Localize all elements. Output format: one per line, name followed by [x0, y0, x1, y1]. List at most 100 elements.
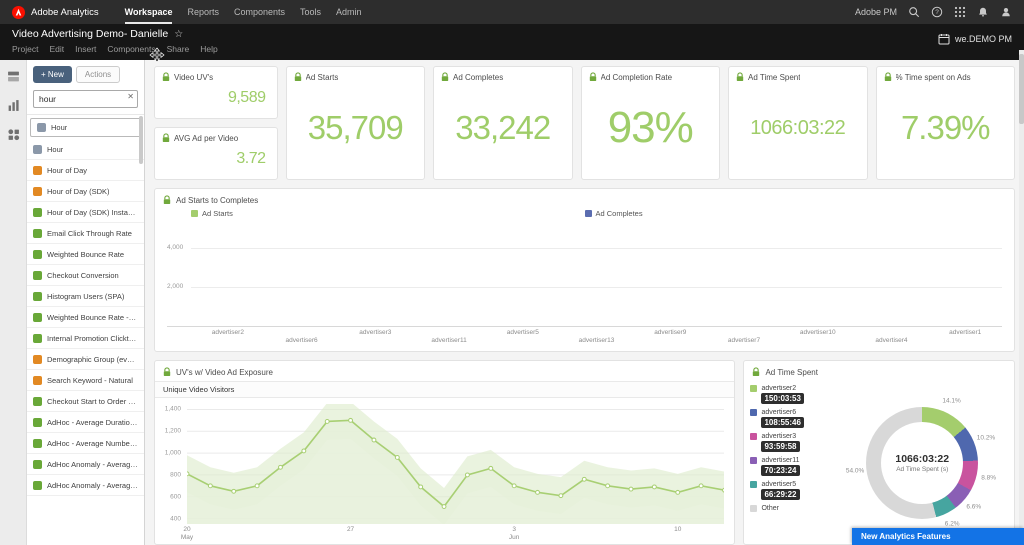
legend-label: Ad Starts — [202, 209, 233, 218]
nav-workspace[interactable]: Workspace — [124, 0, 173, 24]
metric-icon — [33, 417, 42, 427]
series-header[interactable]: Unique Video Visitors — [155, 381, 735, 398]
menu-help[interactable]: Help — [200, 44, 217, 54]
x-axis-month-label: Jun — [508, 534, 520, 542]
metric-card-ad-starts[interactable]: Ad Starts 35,709 — [285, 66, 425, 180]
lock-icon — [162, 72, 170, 82]
donut-chart[interactable] — [866, 406, 979, 519]
component-list-item[interactable]: Email Click Through Rate — [27, 223, 144, 244]
favorite-star-icon[interactable]: ☆ — [174, 29, 183, 40]
metric-value: 9,589 — [227, 88, 266, 106]
search-icon[interactable] — [908, 6, 920, 18]
content: + New Actions ✕ Hour Hour Hour of Day Hour … — [0, 60, 1024, 545]
report-suite-selector[interactable]: we.DEMO PM — [938, 33, 1012, 45]
profile-icon[interactable] — [1000, 6, 1012, 18]
legend-item[interactable]: advertiser2 150:03:53 — [750, 385, 836, 406]
panel-title: UV's w/ Video Ad Exposure — [176, 367, 273, 377]
metric-card-ad-time-spent[interactable]: Ad Time Spent 1066:03:22 — [728, 66, 868, 180]
component-list-item[interactable]: Search Keyword - Natural — [27, 370, 144, 391]
component-list-item[interactable]: Demographic Group (evar11) — [27, 349, 144, 370]
component-list-item[interactable]: Hour — [30, 118, 141, 137]
component-list-item[interactable]: Internal Promotion Clickthrou... — [27, 328, 144, 349]
clear-search-icon[interactable]: ✕ — [127, 92, 134, 101]
metric-summary-row: Video UV's 9,589 AVG Ad per Video 3.72 A… — [154, 66, 1015, 180]
component-list-item[interactable]: Checkout Conversion — [27, 265, 144, 286]
legend-item[interactable]: advertiser3 93:59:58 — [750, 433, 836, 454]
legend-item[interactable]: advertiser11 70:23:24 — [750, 457, 836, 478]
nav-reports[interactable]: Reports — [187, 0, 219, 24]
ad-starts-to-completes-panel: Ad Starts to Completes Ad Starts Ad Comp… — [154, 188, 1015, 352]
line-chart-svg[interactable] — [187, 404, 725, 524]
metric-card-avg-ad-per-video[interactable]: AVG Ad per Video 3.72 — [154, 127, 278, 180]
visualizations-icon[interactable] — [7, 99, 20, 112]
legend-item[interactable]: Other — [750, 505, 836, 512]
menu-insert[interactable]: Insert — [75, 44, 96, 54]
component-list-item[interactable]: Checkout Start to Order Conve... — [27, 391, 144, 412]
component-list-item[interactable]: AdHoc - Average Duration (Da... — [27, 412, 144, 433]
metric-card-ad-completion-rate[interactable]: Ad Completion Rate 93% — [580, 66, 720, 180]
legend-name-row: advertiser6 — [750, 409, 836, 416]
metric-value: 1066:03:22 — [750, 116, 846, 139]
metric-title: AVG Ad per Video — [174, 133, 239, 143]
nav-components[interactable]: Components — [234, 0, 285, 24]
bar-chart-plot[interactable]: 2,000 4,000 — [167, 226, 1002, 327]
lock-icon — [294, 72, 302, 82]
legend-label: Ad Completes — [595, 209, 643, 218]
notifications-bell-icon[interactable] — [977, 6, 989, 18]
menu-edit[interactable]: Edit — [49, 44, 64, 54]
x-axis-day-label: 3 — [512, 526, 516, 533]
component-list-item[interactable]: Weighted Bounce Rate — [27, 244, 144, 265]
app-switcher-icon[interactable] — [954, 6, 966, 18]
legend-swatch-icon — [750, 433, 758, 440]
page-scrollbar[interactable] — [1019, 50, 1024, 545]
component-list-item[interactable]: AdHoc - Average Number of M... — [27, 433, 144, 454]
metric-icon — [33, 312, 42, 322]
ad-starts-swatch-icon — [191, 210, 198, 217]
component-label: AdHoc - Average Number of M... — [47, 438, 138, 448]
component-list-item[interactable]: Hour of Day (SDK) Instances — [27, 202, 144, 223]
nav-admin[interactable]: Admin — [336, 0, 362, 24]
ad-completes-swatch-icon — [584, 210, 592, 217]
lock-icon — [736, 72, 744, 82]
legend-item[interactable]: advertiser6 108:55:46 — [750, 409, 836, 430]
nav-tools[interactable]: Tools — [300, 0, 321, 24]
metric-icon — [33, 459, 42, 469]
component-sidebar: + New Actions ✕ Hour Hour Hour of Day Hour … — [27, 60, 145, 545]
x-axis-label: advertiser11 — [431, 337, 467, 344]
legend-item[interactable]: advertiser5 66:29:22 — [750, 481, 836, 502]
x-axis-label: advertiser5 — [506, 329, 539, 336]
menu-share[interactable]: Share — [167, 44, 190, 54]
primary-nav: Workspace Reports Components Tools Admin — [124, 0, 362, 24]
component-list-item[interactable]: AdHoc Anomaly - Average Dur... — [27, 454, 144, 475]
sidebar-scrollbar[interactable] — [139, 116, 143, 164]
page-scrollbar-thumb[interactable] — [1019, 54, 1024, 124]
component-search-input[interactable] — [33, 90, 138, 108]
metric-card-pct-time-on-ads[interactable]: % Time spent on Ads 7.39% — [875, 66, 1015, 180]
components-icon[interactable] — [7, 128, 20, 141]
legend-label: advertiser6 — [761, 409, 797, 416]
component-list-item[interactable]: Hour — [27, 139, 144, 160]
metric-card-ad-completes[interactable]: Ad Completes 33,242 — [433, 66, 573, 180]
help-icon[interactable]: ? — [931, 6, 943, 18]
new-features-toast[interactable]: New Analytics Features — [852, 528, 1024, 545]
component-list-item[interactable]: Weighted Bounce Rate - Nab — [27, 307, 144, 328]
component-list-item[interactable]: Hour of Day — [27, 160, 144, 181]
metric-icon — [33, 333, 42, 343]
pie-percent-label: 54.0% — [845, 467, 865, 475]
legend-item-ad-starts[interactable]: Ad Starts — [191, 209, 233, 218]
component-list-item[interactable]: Histogram Users (SPA) — [27, 286, 144, 307]
time-icon — [37, 123, 46, 132]
metric-value: 93% — [607, 103, 694, 152]
bar-chart-legend: Ad Starts Ad Completes — [191, 209, 978, 222]
component-list-item[interactable]: Hour of Day (SDK) — [27, 181, 144, 202]
app-bar: Adobe Analytics Workspace Reports Compon… — [0, 0, 1024, 24]
legend-item-ad-completes[interactable]: Ad Completes — [584, 209, 643, 218]
metric-card-video-uvs[interactable]: Video UV's 9,589 — [154, 66, 278, 119]
new-button[interactable]: + New — [33, 66, 72, 83]
panels-icon[interactable] — [7, 70, 20, 83]
menu-project[interactable]: Project — [12, 44, 38, 54]
pie-percent-label: 6.6% — [966, 503, 982, 511]
actions-button[interactable]: Actions — [75, 66, 121, 83]
component-list-item[interactable]: AdHoc Anomaly - Average Nu... — [27, 475, 144, 496]
legend-swatch-icon — [750, 481, 758, 488]
